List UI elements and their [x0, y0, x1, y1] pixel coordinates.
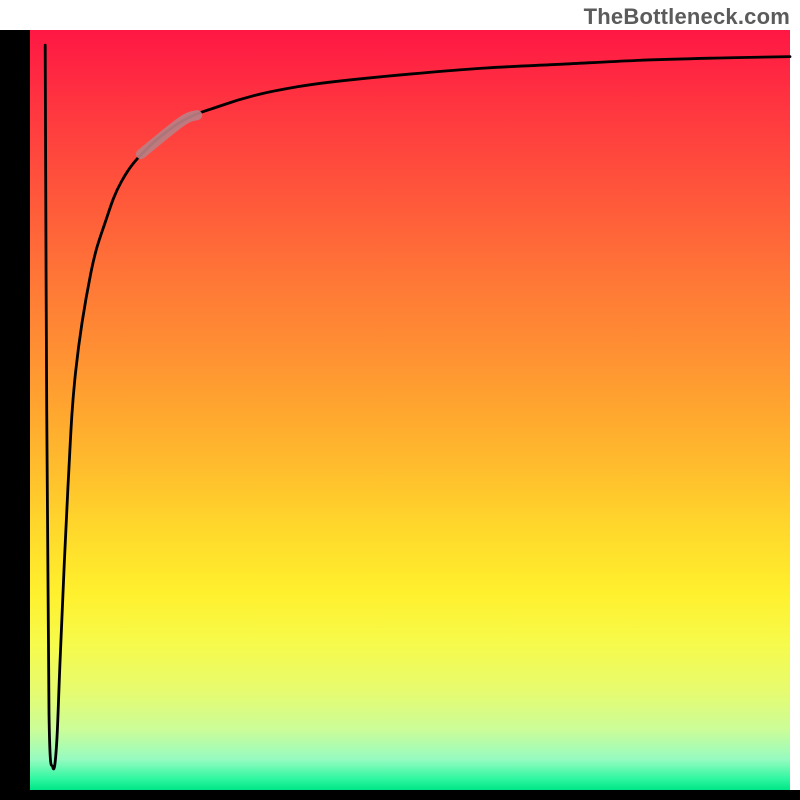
y-axis — [0, 30, 30, 790]
curve-svg — [30, 30, 790, 790]
highlight-segment — [141, 115, 197, 154]
chart-container: TheBottleneck.com — [0, 0, 800, 800]
attribution-text: TheBottleneck.com — [584, 4, 790, 30]
x-axis — [0, 790, 800, 800]
curve-path — [45, 45, 790, 769]
plot-area — [30, 30, 790, 790]
